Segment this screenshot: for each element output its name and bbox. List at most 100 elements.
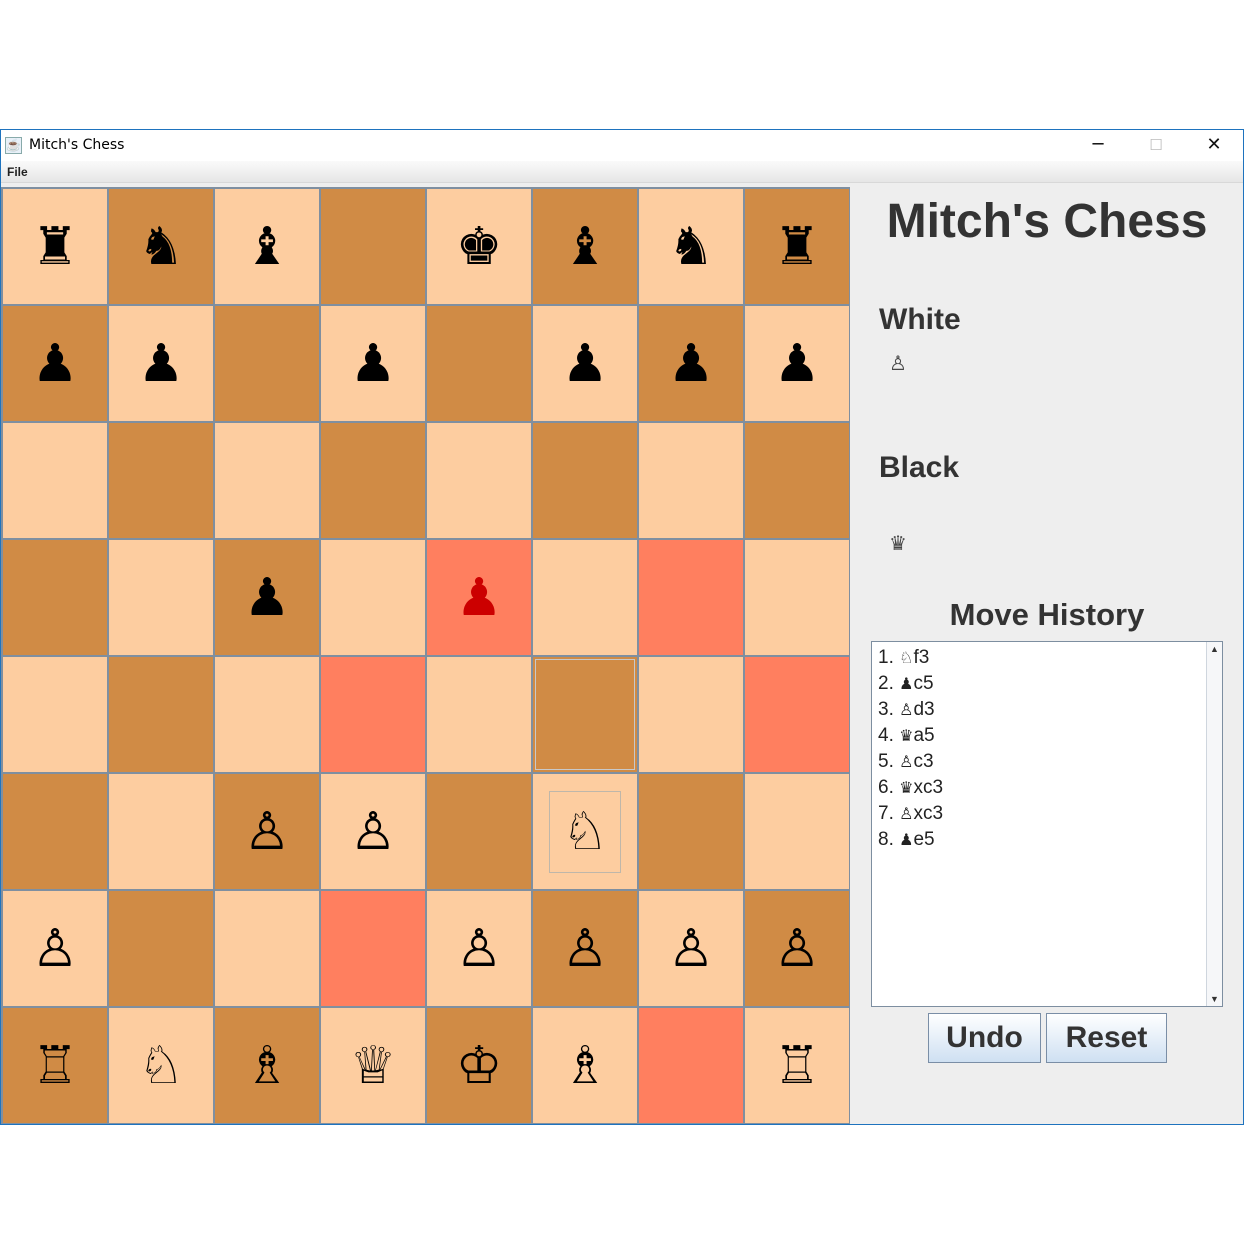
board-square[interactable] xyxy=(320,422,426,539)
move-history-item[interactable]: 5. ♙c3 xyxy=(878,749,1222,775)
board-square[interactable] xyxy=(2,422,108,539)
white-king-icon[interactable]: ♔ xyxy=(456,1040,503,1092)
board-square[interactable]: ♟ xyxy=(532,305,638,422)
board-square[interactable] xyxy=(744,539,850,656)
board-square[interactable] xyxy=(532,539,638,656)
board-square[interactable] xyxy=(638,1007,744,1124)
board-square[interactable] xyxy=(744,422,850,539)
board-square[interactable]: ♕ xyxy=(320,1007,426,1124)
board-square[interactable] xyxy=(320,188,426,305)
minimize-button[interactable]: ─ xyxy=(1069,130,1127,161)
reset-button[interactable]: Reset xyxy=(1046,1013,1167,1063)
white-pawn-icon[interactable]: ♙ xyxy=(350,806,397,858)
black-pawn-icon[interactable]: ♟ xyxy=(562,338,609,390)
white-bishop-icon[interactable]: ♗ xyxy=(562,1040,609,1092)
board-square[interactable] xyxy=(320,539,426,656)
move-history-item[interactable]: 1. ♘f3 xyxy=(878,645,1222,671)
board-square[interactable] xyxy=(638,773,744,890)
board-square[interactable]: ♟ xyxy=(744,305,850,422)
close-button[interactable]: ✕ xyxy=(1185,130,1243,161)
board-square[interactable]: ♙ xyxy=(426,890,532,1007)
board-square[interactable]: ♟ xyxy=(320,305,426,422)
board-square[interactable]: ♟ xyxy=(426,539,532,656)
board-square[interactable] xyxy=(426,773,532,890)
white-pawn-icon[interactable]: ♙ xyxy=(456,923,503,975)
board-square[interactable] xyxy=(744,656,850,773)
board-square[interactable] xyxy=(320,890,426,1007)
board-square[interactable]: ♝ xyxy=(214,188,320,305)
board-square[interactable] xyxy=(214,422,320,539)
title-bar[interactable]: ☕ Mitch's Chess ─ ☐ ✕ xyxy=(1,130,1243,161)
history-scrollbar[interactable]: ▲ ▼ xyxy=(1206,642,1222,1006)
board-square[interactable]: ♟ xyxy=(108,305,214,422)
black-pawn-icon[interactable]: ♟ xyxy=(350,338,397,390)
black-pawn-icon[interactable]: ♟ xyxy=(244,572,291,624)
board-square[interactable] xyxy=(638,422,744,539)
white-knight-icon[interactable]: ♘ xyxy=(138,1040,185,1092)
board-square[interactable]: ♘ xyxy=(108,1007,214,1124)
board-square[interactable] xyxy=(426,305,532,422)
board-square[interactable]: ♙ xyxy=(2,890,108,1007)
black-bishop-icon[interactable]: ♝ xyxy=(244,221,291,273)
board-square[interactable]: ♞ xyxy=(108,188,214,305)
board-square[interactable] xyxy=(426,422,532,539)
board-square[interactable]: ♗ xyxy=(214,1007,320,1124)
white-pawn-icon[interactable]: ♙ xyxy=(774,923,821,975)
board-square[interactable] xyxy=(638,656,744,773)
board-square[interactable] xyxy=(2,656,108,773)
board-square[interactable]: ♞ xyxy=(638,188,744,305)
board-square[interactable]: ♔ xyxy=(426,1007,532,1124)
black-knight-icon[interactable]: ♞ xyxy=(138,221,185,273)
board-square[interactable]: ♖ xyxy=(2,1007,108,1124)
scroll-up-icon[interactable]: ▲ xyxy=(1207,642,1222,656)
black-pawn-icon[interactable]: ♟ xyxy=(138,338,185,390)
move-history-item[interactable]: 6. ♛xc3 xyxy=(878,775,1222,801)
board-square[interactable]: ♜ xyxy=(2,188,108,305)
board-square[interactable] xyxy=(108,656,214,773)
board-square[interactable]: ♙ xyxy=(320,773,426,890)
black-pawn-icon[interactable]: ♟ xyxy=(456,572,503,624)
white-pawn-icon[interactable]: ♙ xyxy=(562,923,609,975)
board-square[interactable]: ♘ xyxy=(532,773,638,890)
board-square[interactable]: ♙ xyxy=(638,890,744,1007)
black-pawn-icon[interactable]: ♟ xyxy=(668,338,715,390)
menu-file[interactable]: File xyxy=(7,165,28,179)
board-square[interactable]: ♟ xyxy=(214,539,320,656)
board-square[interactable] xyxy=(214,305,320,422)
white-bishop-icon[interactable]: ♗ xyxy=(244,1040,291,1092)
move-history-item[interactable]: 8. ♟e5 xyxy=(878,827,1222,853)
board-square[interactable]: ♟ xyxy=(2,305,108,422)
board-square[interactable]: ♚ xyxy=(426,188,532,305)
white-rook-icon[interactable]: ♖ xyxy=(32,1040,79,1092)
board-square[interactable] xyxy=(214,890,320,1007)
board-square[interactable] xyxy=(744,773,850,890)
board-square[interactable]: ♜ xyxy=(744,188,850,305)
board-square[interactable]: ♗ xyxy=(532,1007,638,1124)
board-square[interactable] xyxy=(638,539,744,656)
board-square[interactable] xyxy=(214,656,320,773)
white-queen-icon[interactable]: ♕ xyxy=(350,1040,397,1092)
board-square[interactable] xyxy=(532,656,638,773)
black-rook-icon[interactable]: ♜ xyxy=(774,221,821,273)
board-square[interactable] xyxy=(2,539,108,656)
board-square[interactable] xyxy=(2,773,108,890)
board-square[interactable] xyxy=(532,422,638,539)
maximize-button[interactable]: ☐ xyxy=(1127,130,1185,161)
black-rook-icon[interactable]: ♜ xyxy=(32,221,79,273)
board-square[interactable] xyxy=(426,656,532,773)
move-history-item[interactable]: 3. ♙d3 xyxy=(878,697,1222,723)
white-knight-icon[interactable]: ♘ xyxy=(548,790,622,873)
board-square[interactable]: ♙ xyxy=(214,773,320,890)
black-knight-icon[interactable]: ♞ xyxy=(668,221,715,273)
move-history-item[interactable]: 4. ♛a5 xyxy=(878,723,1222,749)
board-square[interactable]: ♙ xyxy=(744,890,850,1007)
white-pawn-icon[interactable]: ♙ xyxy=(32,923,79,975)
move-history-list[interactable]: 1. ♘f3 2. ♟c5 3. ♙d3 4. ♛a5 5. ♙c3 6. ♛xc3 7. … xyxy=(871,641,1223,1007)
board-square[interactable]: ♟ xyxy=(638,305,744,422)
white-pawn-icon[interactable]: ♙ xyxy=(244,806,291,858)
black-bishop-icon[interactable]: ♝ xyxy=(562,221,609,273)
board-square[interactable] xyxy=(108,539,214,656)
move-history-item[interactable]: 7. ♙xc3 xyxy=(878,801,1222,827)
black-pawn-icon[interactable]: ♟ xyxy=(774,338,821,390)
board-square[interactable]: ♝ xyxy=(532,188,638,305)
